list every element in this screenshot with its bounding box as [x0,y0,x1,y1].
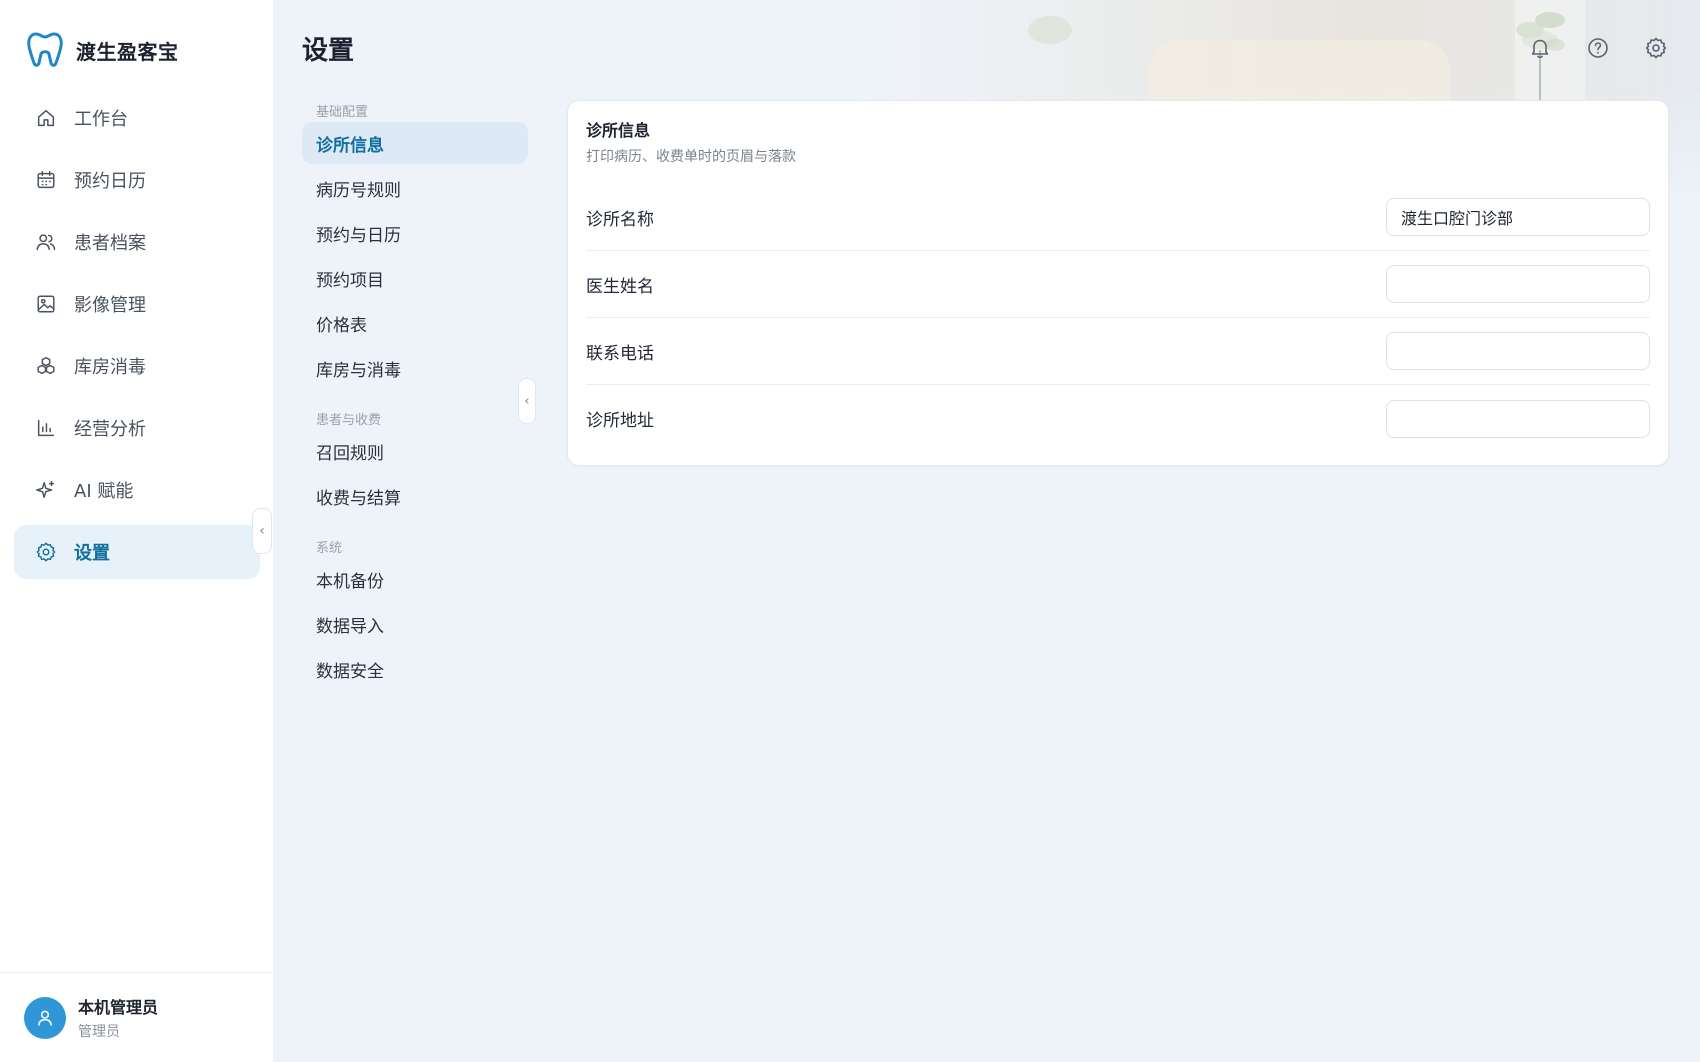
nav-item-label: 经营分析 [74,419,146,440]
gear-icon [34,540,58,564]
subnav-group-title: 患者与收费 [316,413,382,428]
clinic-info-form: 诊所名称 医生姓名 联系电话 诊所地址 [586,184,1650,452]
subnav-item-price-list[interactable]: 价格表 [302,302,528,344]
subnav-item-data-security[interactable]: 数据安全 [302,648,528,690]
subnav-item-storage-sterilization[interactable]: 库房与消毒 [302,347,528,389]
nav-item-calendar[interactable]: 预约日历 [14,153,260,207]
furniture-decoration [1150,40,1450,100]
address-input[interactable] [1386,399,1650,438]
nav-item-label: 设置 [74,543,110,564]
form-row-address: 诊所地址 [586,385,1650,452]
nav-item-storage[interactable]: 库房消毒 [14,339,260,393]
nav-item-ai[interactable]: AI 赋能 [14,463,260,517]
chevron-left-icon: ‹ [524,393,530,409]
nav-item-patients[interactable]: 患者档案 [14,215,260,269]
nav-item-label: 工作台 [74,109,128,130]
collapse-sidebar-button[interactable]: ‹ [252,508,272,554]
clinic-name-input[interactable] [1386,198,1650,236]
brand-name: 渡生盈客宝 [76,39,179,64]
field-label: 联系电话 [586,343,654,364]
nav-item-label: 预约日历 [74,171,146,192]
subnav-item-clinic-info[interactable]: 诊所信息 [302,122,528,164]
nav-item-workbench[interactable]: 工作台 [14,91,260,145]
field-label: 诊所地址 [586,411,654,431]
subnav-item-record-number-rules[interactable]: 病历号规则 [302,167,528,209]
collapse-subnav-button[interactable]: ‹ [518,378,536,424]
nav-item-label: 患者档案 [74,233,146,254]
bell-icon [1531,39,1549,59]
sparkle-icon [34,478,58,502]
subnav-group-title: 系统 [316,541,343,556]
doctor-name-input[interactable] [1386,265,1650,303]
calendar-icon [34,168,58,192]
nav-item-label: AI 赋能 [74,481,134,502]
notification-button[interactable] [1524,32,1556,64]
subnav-item-data-import[interactable]: 数据导入 [302,603,528,645]
sidebar: 渡生盈客宝 工作台 预约日历 患者档案 影像管理 库房消毒 经营分析 AI 赋能… [0,0,274,1062]
settings-subnav: 基础配置 诊所信息 病历号规则 预约与日历 预约项目 价格表 库房与消毒 患者与… [302,96,528,693]
plant-decoration-icon [1028,16,1072,44]
subnav-item-appointment-items[interactable]: 预约项目 [302,257,528,299]
clinic-info-card: 诊所信息 打印病历、收费单时的页眉与落款 诊所名称 医生姓名 联系电话 诊所地址 [567,100,1669,466]
nav-item-settings[interactable]: 设置 [14,525,260,579]
form-row-doctor-name: 医生姓名 [586,251,1650,318]
nav-item-imaging[interactable]: 影像管理 [14,277,260,331]
help-icon [1588,38,1608,58]
nav-item-label: 库房消毒 [74,357,146,378]
settings-button[interactable] [1640,32,1672,64]
main-area: 设置 基础配置 诊所信息 病历号规则 预约与日历 预约项目 价格表 库房与消毒 … [275,0,1700,1062]
form-row-phone: 联系电话 [586,318,1650,385]
phone-input[interactable] [1386,332,1650,370]
help-button[interactable] [1582,32,1614,64]
chevron-left-icon: ‹ [259,523,265,539]
card-subtitle: 打印病历、收费单时的页眉与落款 [586,149,796,165]
nav-item-analytics[interactable]: 经营分析 [14,401,260,455]
card-title: 诊所信息 [586,121,651,140]
brand[interactable]: 渡生盈客宝 [26,30,179,70]
form-row-clinic-name: 诊所名称 [586,184,1650,251]
user-role: 管理员 [78,1024,120,1040]
gear-icon [1645,37,1667,59]
field-label: 医生姓名 [586,276,654,297]
subnav-item-local-backup[interactable]: 本机备份 [302,558,528,600]
subnav-item-recall-rules[interactable]: 召回规则 [302,430,528,472]
subnav-item-appointment-calendar[interactable]: 预约与日历 [302,212,528,254]
user-icon [38,1010,52,1026]
boxes-icon [34,354,58,378]
tooth-logo-icon [27,32,63,67]
home-icon [34,106,58,130]
bar-chart-icon [34,416,58,440]
image-icon [34,292,58,316]
subnav-group-title: 基础配置 [316,105,369,120]
nav-item-label: 影像管理 [74,295,146,316]
field-label: 诊所名称 [586,209,654,230]
page-title: 设置 [302,36,355,66]
users-icon [34,230,58,254]
main-nav: 工作台 预约日历 患者档案 影像管理 库房消毒 经营分析 AI 赋能 设置 [14,91,260,587]
current-user[interactable]: 本机管理员 管理员 [0,972,274,1062]
avatar [24,996,66,1039]
header-actions [1524,32,1672,64]
subnav-item-billing-settlement[interactable]: 收费与结算 [302,475,528,517]
user-name: 本机管理员 [78,998,159,1017]
